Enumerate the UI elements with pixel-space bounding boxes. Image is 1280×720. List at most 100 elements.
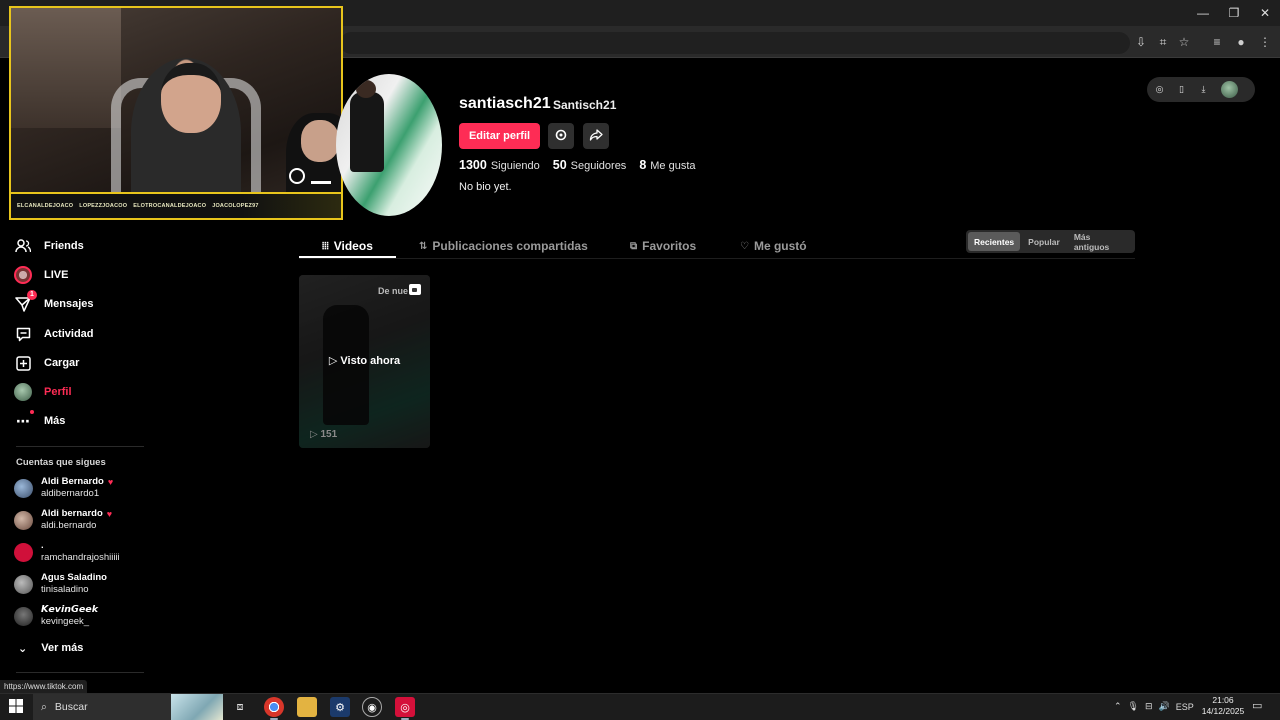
sort-segmented-control: Recientes Popular Más antiguos — [966, 230, 1135, 253]
sidebar-item-activity[interactable]: Actividad — [14, 322, 94, 346]
taskbar-clock[interactable]: 21:06 14/12/2025 — [1198, 695, 1248, 717]
tab-label: Publicaciones compartidas — [432, 239, 588, 253]
chevron-down-icon: ⌄ — [18, 642, 28, 655]
following-stat[interactable]: 1300 Siguiendo — [459, 158, 540, 172]
tab-liked[interactable]: ♡ Me gustó — [740, 236, 807, 256]
see-more-label: Ver más — [41, 642, 84, 654]
search-icon: ⌕ — [41, 700, 47, 713]
upload-icon — [14, 354, 32, 372]
sidebar-item-label: Cargar — [44, 357, 80, 369]
sidebar-item-label: Mensajes — [44, 298, 94, 310]
friends-icon — [14, 237, 32, 255]
sidebar-item-upload[interactable]: Cargar — [14, 351, 79, 375]
tiktok-app-icon[interactable]: ◎ — [395, 697, 415, 720]
clock-date: 14/12/2025 — [1201, 706, 1245, 716]
minimize-button[interactable]: — — [1188, 4, 1218, 22]
avatar — [14, 510, 33, 530]
tab-videos[interactable]: ⦙⦙⦙ Videos — [322, 236, 373, 256]
tab-label: Videos — [333, 239, 373, 253]
profile-avatar-icon — [14, 383, 32, 401]
address-bar[interactable] — [340, 32, 1130, 54]
menu-icon[interactable]: ⋮ — [1256, 33, 1274, 51]
ticker-item: LOPEZZJOACOO — [79, 203, 128, 209]
sidebar-item-more[interactable]: ⋯ Más — [14, 409, 65, 433]
mobile-icon[interactable]: ▯ — [1175, 83, 1188, 96]
download-icon[interactable]: ⤓ — [1197, 83, 1210, 96]
account-handle: aldi.bernardo — [41, 520, 97, 531]
sidebar-item-label: Friends — [44, 240, 84, 252]
profile-icon[interactable]: ● — [1232, 33, 1250, 51]
avatar[interactable] — [1221, 81, 1238, 98]
sidebar-item-profile[interactable]: Perfil — [14, 380, 72, 404]
see-more-button[interactable]: ⌄ Ver más — [14, 638, 83, 658]
watched-now-label: ▷ Visto ahora — [328, 355, 401, 367]
messages-icon: 1 — [14, 290, 37, 313]
chrome-icon[interactable] — [264, 697, 284, 720]
system-tray: ⌃ 🎙 ⊟ 🔊 ESP — [1114, 693, 1194, 720]
notifications-icon[interactable]: ▭ — [1252, 699, 1262, 712]
sidebar-item-label: Más — [44, 415, 66, 427]
account-name: . — [41, 540, 44, 551]
bookmark-icon: ⧉ — [630, 240, 638, 252]
tab-label: Me gustó — [753, 239, 807, 253]
following-section-title: Cuentas que sigues — [16, 457, 106, 468]
video-card[interactable]: De nue ▷ Visto ahora ▷ 151 — [299, 275, 430, 448]
network-icon[interactable]: ⊟ — [1145, 701, 1153, 712]
sort-option-recent[interactable]: Recientes — [968, 232, 1021, 251]
ticker-item: JOACOLOPEZ97 — [212, 203, 259, 209]
sidebar-item-messages[interactable]: 1 Mensajes — [14, 290, 94, 316]
followed-account[interactable]: Aldi Bernardo ♥ aldibernardo1 — [14, 473, 154, 503]
grid-icon: ⦙⦙⦙ — [322, 240, 329, 252]
windows-start-icon[interactable] — [8, 699, 23, 714]
sidebar-item-friends[interactable]: Friends — [14, 234, 84, 258]
install-icon[interactable]: ⇩ — [1132, 33, 1150, 51]
taskbar-search[interactable]: ⌕ Buscar — [33, 694, 223, 720]
account-handle: kevingeek_ — [41, 616, 90, 627]
avatar — [14, 606, 33, 626]
language-indicator[interactable]: ESP — [1176, 702, 1194, 712]
sidebar-item-label: LIVE — [44, 269, 69, 281]
media-icon[interactable]: ≡ — [1208, 33, 1226, 51]
sidebar-item-label: Actividad — [44, 328, 94, 340]
sort-option-oldest[interactable]: Más antiguos — [1068, 232, 1133, 252]
task-view-icon[interactable]: ⧈ — [230, 697, 250, 717]
chevron-up-icon[interactable]: ⌃ — [1114, 701, 1122, 712]
tab-reposts[interactable]: ⇅ Publicaciones compartidas — [419, 236, 588, 256]
file-explorer-icon[interactable] — [297, 697, 317, 717]
settings-button[interactable] — [548, 123, 574, 149]
followers-stat[interactable]: 50 Seguidores — [553, 158, 627, 172]
account-handle: tinisaladino — [41, 584, 89, 595]
avatar — [14, 542, 33, 562]
followed-account[interactable]: Aldi bernardo ♥ aldi.bernardo — [14, 505, 154, 535]
profile-avatar[interactable] — [336, 74, 442, 216]
video-card-label: De nue — [377, 286, 408, 296]
gear-icon — [554, 128, 568, 145]
steam-icon[interactable]: ⚙ — [330, 697, 350, 717]
followed-account[interactable]: Agus Saladino tinisaladino — [14, 569, 154, 599]
followed-account[interactable]: 𝙆𝙚𝙫𝙞𝙣𝙂𝙚𝙚𝙠 kevingeek_ — [14, 601, 154, 631]
volume-icon[interactable]: 🔊 — [1159, 701, 1170, 712]
obs-icon[interactable]: ◉ — [362, 697, 382, 717]
edit-profile-button[interactable]: Editar perfil — [459, 123, 540, 149]
star-icon[interactable]: ☆ — [1175, 33, 1193, 51]
adidas-logo-icon — [311, 170, 331, 184]
share-button[interactable] — [583, 123, 609, 149]
tab-label: Favoritos — [642, 239, 697, 253]
analytics-icon[interactable]: ◎ — [1153, 83, 1166, 96]
heart-outline-icon: ♡ — [740, 240, 749, 252]
followed-account[interactable]: . ramchandrajoshiiiii — [14, 537, 154, 567]
account-name: Aldi bernardo — [41, 508, 103, 519]
translate-icon[interactable]: ⌗ — [1154, 33, 1172, 51]
tab-favorites[interactable]: ⧉ Favoritos — [630, 236, 696, 256]
creator-tools-pill: ◎ ▯ ⤓ — [1147, 77, 1255, 102]
account-handle: ramchandrajoshiiiii — [41, 552, 120, 563]
close-button[interactable]: ✕ — [1250, 4, 1280, 22]
profile-username: santiasch21 — [459, 95, 551, 112]
microphone-icon[interactable]: 🎙 — [1128, 701, 1139, 712]
maximize-button[interactable]: ❐ — [1219, 4, 1249, 22]
sidebar-item-live[interactable]: LIVE — [14, 263, 68, 287]
account-handle: aldibernardo1 — [41, 488, 100, 499]
sort-option-popular[interactable]: Popular — [1022, 232, 1066, 251]
avatar — [14, 478, 33, 498]
heart-icon: ♥ — [107, 477, 114, 487]
